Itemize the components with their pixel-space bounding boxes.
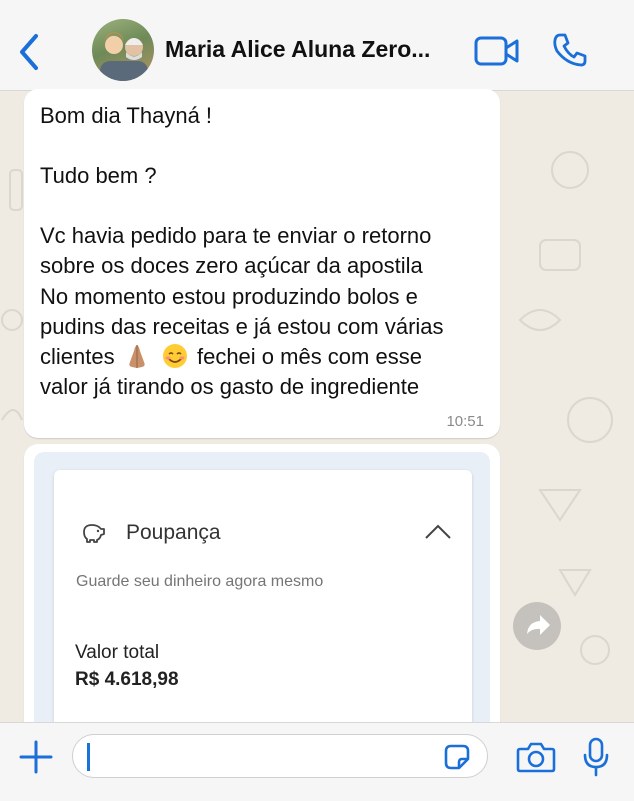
sticker-button[interactable] bbox=[443, 743, 471, 771]
message-text-line: clientes fechei o mês com esse bbox=[40, 342, 422, 372]
message-text: fechei o mês com esse bbox=[196, 344, 422, 369]
card-subtitle: Guarde seu dinheiro agora mesmo bbox=[76, 573, 324, 590]
message-text: valor já tirando os gasto de ingrediente bbox=[40, 374, 420, 399]
message-text: Tudo bem ? bbox=[40, 163, 157, 188]
card-title: Poupança bbox=[126, 521, 221, 544]
message-text: clientes bbox=[40, 344, 115, 369]
voice-call-button[interactable] bbox=[552, 32, 588, 68]
video-call-button[interactable] bbox=[474, 35, 520, 67]
text-cursor bbox=[87, 743, 90, 771]
message-text: sobre os doces zero açúcar da apostila bbox=[40, 253, 423, 278]
video-camera-icon bbox=[474, 36, 519, 66]
total-value: R$ 4.618,98 bbox=[75, 669, 179, 690]
voice-message-button[interactable] bbox=[582, 737, 610, 777]
shared-screenshot-image[interactable]: Poupança Guarde seu dinheiro agora mesmo… bbox=[34, 452, 490, 742]
message-text: Bom dia Thayná ! bbox=[40, 103, 213, 128]
back-button[interactable] bbox=[14, 30, 44, 74]
savings-card: Poupança Guarde seu dinheiro agora mesmo… bbox=[54, 470, 472, 742]
message-time: 10:51 bbox=[446, 413, 484, 430]
smiling-face-icon bbox=[162, 344, 187, 368]
message-input[interactable] bbox=[72, 734, 488, 778]
camera-button[interactable] bbox=[516, 741, 556, 773]
contact-name[interactable]: Maria Alice Aluna Zero... bbox=[165, 36, 430, 63]
plus-icon bbox=[19, 740, 53, 774]
piggy-bank-icon bbox=[83, 524, 105, 543]
forward-button[interactable] bbox=[513, 602, 561, 650]
forward-arrow-icon bbox=[527, 615, 550, 635]
attach-button[interactable] bbox=[18, 739, 54, 775]
camera-icon bbox=[516, 742, 556, 773]
composer-bar bbox=[0, 722, 634, 801]
sticker-icon bbox=[444, 744, 470, 770]
folded-hands-icon bbox=[129, 345, 145, 368]
message-text: pudins das receitas e já estou com vária… bbox=[40, 314, 444, 339]
chevron-up-icon bbox=[425, 524, 451, 539]
microphone-icon bbox=[583, 737, 609, 777]
message-bubble[interactable]: Bom dia Thayná ! Tudo bem ? Vc havia ped… bbox=[24, 89, 500, 438]
image-message-bubble[interactable]: Poupança Guarde seu dinheiro agora mesmo… bbox=[24, 444, 500, 744]
message-text: No momento estou produzindo bolos e bbox=[40, 284, 418, 309]
chevron-left-icon bbox=[20, 34, 38, 70]
message-text: Vc havia pedido para te enviar o retorno bbox=[40, 223, 432, 248]
phone-icon bbox=[553, 33, 587, 67]
total-label: Valor total bbox=[75, 642, 160, 663]
chat-header: Maria Alice Aluna Zero... bbox=[0, 0, 634, 91]
avatar[interactable] bbox=[92, 19, 154, 81]
